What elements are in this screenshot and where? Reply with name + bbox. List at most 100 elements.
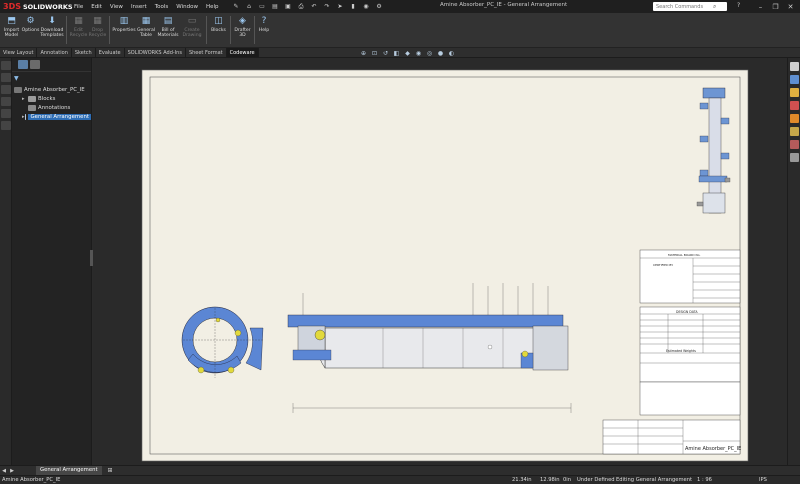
previous-view-icon[interactable]: ↺ <box>381 50 390 57</box>
tab-view-layout[interactable]: View Layout <box>0 48 38 57</box>
tree-item-annotations[interactable]: Annotations <box>12 103 91 112</box>
minimize-icon[interactable]: – <box>753 3 768 11</box>
drop-recycle-button[interactable]: ▦ Drop Recycle <box>88 13 107 47</box>
new-document-icon[interactable]: ▭ <box>257 2 268 11</box>
appearance-icon[interactable]: ● <box>436 50 445 57</box>
home-icon[interactable]: ⌂ <box>244 2 255 11</box>
window-controls: – ❐ ✕ <box>753 0 798 13</box>
download-templates-button[interactable]: ⬇ Download Templates <box>40 13 64 47</box>
zoom-to-area-icon[interactable]: ⊡ <box>370 50 379 57</box>
properties-button[interactable]: ▥ Properties <box>112 13 136 47</box>
forum-icon[interactable] <box>790 140 799 149</box>
solidworks-resources-icon[interactable] <box>790 62 799 71</box>
filter-icon[interactable]: ▼ <box>14 74 89 83</box>
folder-icon <box>28 95 36 102</box>
menu-window[interactable]: Window <box>172 4 202 10</box>
save-icon[interactable]: ▣ <box>283 2 294 11</box>
print-icon[interactable]: ⎙ <box>296 2 307 11</box>
tab-sheet-format[interactable]: Sheet Format <box>186 48 227 57</box>
configuration-icon[interactable] <box>1 85 11 94</box>
traffic-light-icon[interactable]: ▮ <box>348 2 359 11</box>
tree-root[interactable]: Amine Absorber_PC_IE <box>12 85 91 94</box>
search-icon[interactable]: ⌕ <box>713 3 716 11</box>
scene-icon[interactable]: ◐ <box>447 50 456 57</box>
options-button[interactable]: ⚙ Options <box>21 13 40 47</box>
solidworks-logo[interactable]: 3DS SOLIDWORKS <box>0 0 73 13</box>
status-x-coordinate: 21.34in <box>512 477 532 483</box>
codeware-pane-icon[interactable] <box>790 153 799 162</box>
tab-annotation[interactable]: Annotation <box>37 48 72 57</box>
dimxpert-icon[interactable] <box>1 97 11 106</box>
drafter-3d-button[interactable]: ◈ Drafter 3D <box>233 13 252 47</box>
select-pointer-icon[interactable]: ➤ <box>335 2 346 11</box>
last-sheet-icon[interactable]: ▶ <box>8 468 16 474</box>
menu-insert[interactable]: Insert <box>127 4 151 10</box>
hide-show-icon[interactable]: ◎ <box>425 50 434 57</box>
bill-of-materials-button[interactable]: ▤ Bill of Materials <box>156 13 180 47</box>
redo-icon[interactable]: ↷ <box>322 2 333 11</box>
add-sheet-icon[interactable]: ⊞ <box>108 467 113 474</box>
task-pane-strip <box>787 58 800 465</box>
create-drawing-icon: ▭ <box>187 16 197 26</box>
view-palette-icon[interactable] <box>790 101 799 110</box>
close-icon[interactable]: ✕ <box>783 3 798 11</box>
drop-recycle-icon: ▦ <box>93 16 102 26</box>
tree-item-blocks[interactable]: ▸ Blocks <box>12 94 91 103</box>
help-icon: ? <box>261 16 267 26</box>
drafter-3d-icon: ◈ <box>239 16 246 26</box>
general-table-icon: ▦ <box>141 16 151 26</box>
open-folder-icon[interactable]: ▤ <box>270 2 281 11</box>
menu-edit[interactable]: Edit <box>87 4 106 10</box>
zoom-to-fit-icon[interactable]: ⊕ <box>359 50 368 57</box>
search-commands-input[interactable] <box>653 2 713 11</box>
tab-sketch[interactable]: Sketch <box>72 48 96 57</box>
view-orientation-icon[interactable]: ◆ <box>403 50 412 57</box>
tab-solidworks-add-ins[interactable]: SOLIDWORKS Add-Ins <box>125 48 186 57</box>
status-units[interactable]: IPS <box>759 477 767 483</box>
sheets-tab-icon[interactable] <box>30 60 40 69</box>
menu-view[interactable]: View <box>106 4 127 10</box>
menu-bar: File Edit View Insert Tools Window Help <box>70 0 223 13</box>
search-box[interactable]: ⌕ <box>653 2 727 11</box>
restore-icon[interactable]: ❐ <box>768 3 783 11</box>
status-editing-mode: Editing General Arrangement <box>616 477 693 483</box>
property-manager-icon[interactable] <box>1 73 11 82</box>
help-button[interactable]: ? Help <box>257 13 271 47</box>
display-style-icon[interactable]: ◉ <box>414 50 423 57</box>
undo-icon[interactable]: ↶ <box>309 2 320 11</box>
feature-manager-tree: ▼ Amine Absorber_PC_IE ▸ Blocks Annotati… <box>12 58 92 465</box>
section-view-icon[interactable]: ◧ <box>392 50 401 57</box>
menu-tools[interactable]: Tools <box>151 4 173 10</box>
sheet-tab-general-arrangement[interactable]: General Arrangement <box>36 466 102 475</box>
edit-recycle-button[interactable]: ▦ Edit Recycle <box>69 13 88 47</box>
pin-icon[interactable]: ✎ <box>231 2 242 11</box>
feature-manager-icon[interactable] <box>1 61 11 70</box>
tree-item-general-arrangement[interactable]: ▸ General Arrangement <box>12 112 91 121</box>
ribbon-separator <box>230 16 231 44</box>
status-sheet-scale[interactable]: 1 : 96 <box>697 477 712 483</box>
tab-evaluate[interactable]: Evaluate <box>96 48 125 57</box>
menu-help[interactable]: Help <box>202 4 223 10</box>
custom-properties-icon[interactable] <box>790 127 799 136</box>
cam-icon[interactable] <box>1 121 11 130</box>
import-model-button[interactable]: ⬒ Import Model <box>2 13 21 47</box>
tab-codeware[interactable]: Codeware <box>226 48 259 57</box>
title-block-name: Amine Absorber_PC_IE <box>685 446 741 452</box>
quick-access-toolbar: ✎ ⌂ ▭ ▤ ▣ ⎙ ↶ ↷ ➤ ▮ ◉ ⚙ <box>231 0 387 13</box>
properties-icon: ▥ <box>119 16 129 26</box>
create-drawing-button[interactable]: ▭ Create Drawing <box>180 13 204 47</box>
appearances-icon[interactable] <box>790 114 799 123</box>
help-question-icon[interactable]: ? <box>737 2 740 9</box>
general-table-button[interactable]: ▦ General Table <box>136 13 156 47</box>
menu-file[interactable]: File <box>70 4 87 10</box>
blocks-button[interactable]: ◫ Blocks <box>209 13 228 47</box>
graphics-area[interactable]: MATERIAL BOARD No. CERTIFIED BY DESIGN D… <box>93 58 787 465</box>
display-manager-icon[interactable] <box>1 109 11 118</box>
rebuild-icon[interactable]: ◉ <box>361 2 372 11</box>
tree-tab-icon[interactable] <box>18 60 28 69</box>
first-sheet-icon[interactable]: ◀ <box>0 468 8 474</box>
status-y-coordinate: 12.98in <box>540 477 560 483</box>
design-library-icon[interactable] <box>790 75 799 84</box>
options-gear-icon[interactable]: ⚙ <box>374 2 385 11</box>
file-explorer-icon[interactable] <box>790 88 799 97</box>
